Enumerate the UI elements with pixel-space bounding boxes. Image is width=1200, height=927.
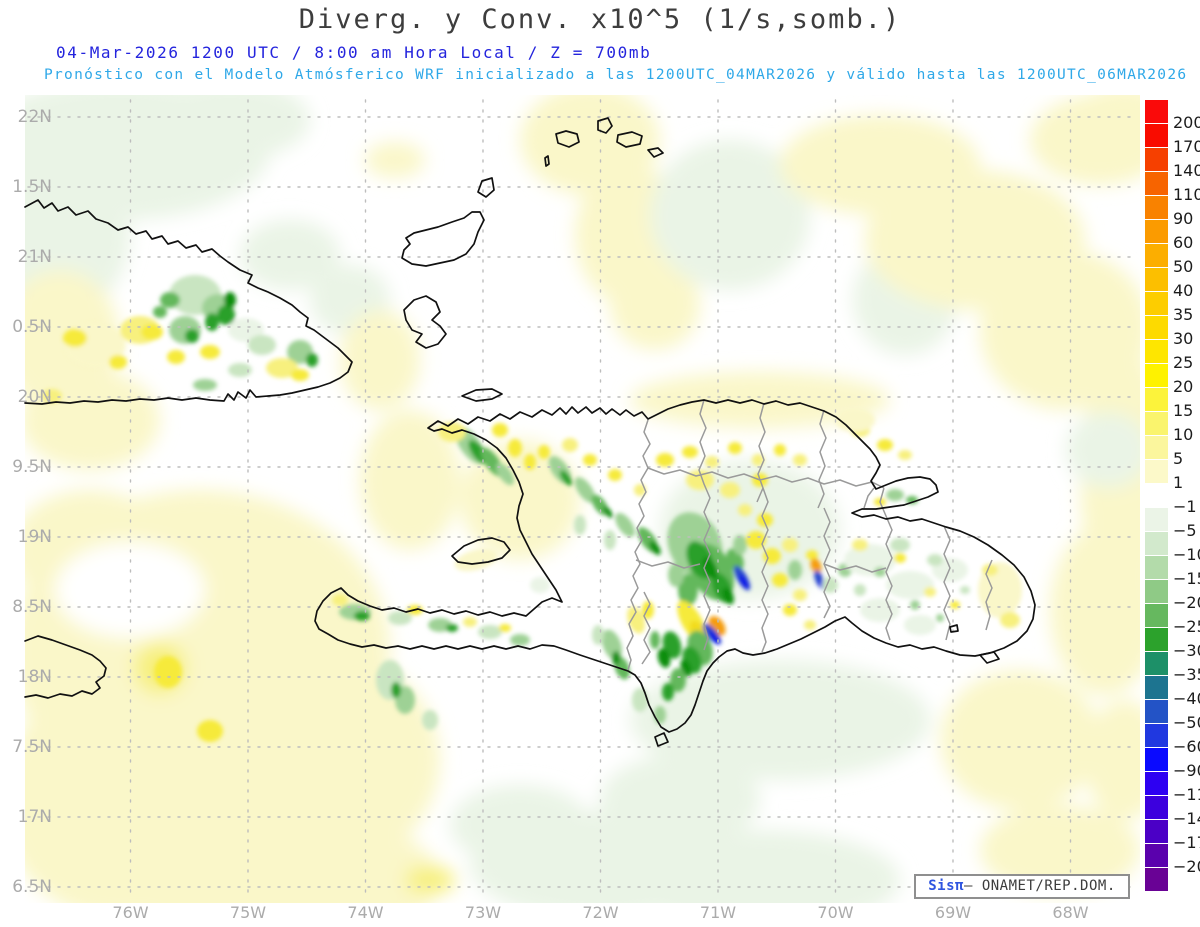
colorbar-tick-label: 15: [1173, 401, 1194, 420]
colorbar-segment: [1145, 868, 1168, 891]
colorbar-tick-label: 20: [1173, 377, 1194, 396]
watermark-box: Sisπ– ONAMET/REP.DOM.: [914, 874, 1130, 899]
lon-axis-label: 69W: [935, 903, 971, 922]
colorbar-tick-label: −200: [1173, 857, 1200, 876]
lon-axis-label: 70W: [817, 903, 853, 922]
colorbar-segment: [1145, 124, 1168, 147]
colorbar-tick-label: −170: [1173, 833, 1200, 852]
lon-axis-label: 71W: [700, 903, 736, 922]
lat-axis-label: 0.5N: [12, 317, 52, 337]
tortue-island: [461, 388, 503, 402]
colorbar-tick-label: 170: [1173, 137, 1200, 156]
lat-axis-label: 1.5N: [12, 177, 52, 197]
colorbar-segment: [1145, 772, 1168, 795]
colorbar-segment: [1145, 436, 1168, 459]
colorbar-segment: [1145, 292, 1168, 315]
colorbar-segment: [1145, 676, 1168, 699]
colorbar-segment: [1145, 412, 1168, 435]
colorbar-segment: [1145, 604, 1168, 627]
colorbar-segment: [1145, 700, 1168, 723]
colorbar-segment: [1145, 484, 1168, 507]
colorbar-segment: [1145, 244, 1168, 267]
colorbar-tick-label: 1: [1173, 473, 1184, 492]
lat-axis-label: 8.5N: [12, 597, 52, 617]
colorbar-tick-label: 110: [1173, 185, 1200, 204]
saona-island: [979, 651, 1000, 664]
colorbar-segment: [1145, 316, 1168, 339]
catalina-island: [949, 624, 959, 633]
colorbar-tick-label: 140: [1173, 161, 1200, 180]
colorbar-segment: [1145, 796, 1168, 819]
colorbar-tick-label: −15: [1173, 569, 1200, 588]
colorbar-tick-label: −25: [1173, 617, 1200, 636]
lat-axis-label: 6.5N: [12, 877, 52, 897]
colorbar-tick-label: 90: [1173, 209, 1194, 228]
colorbar-tick-label: 5: [1173, 449, 1184, 468]
colorbar-tick-label: 200: [1173, 113, 1200, 132]
colorbar-tick-label: 25: [1173, 353, 1194, 372]
watermark-separator: –: [963, 878, 973, 894]
colorbar-tick-label: 35: [1173, 305, 1194, 324]
colorbar-tick-label: −110: [1173, 785, 1200, 804]
colorbar-tick-label: −60: [1173, 737, 1200, 756]
colorbar-segment: [1145, 556, 1168, 579]
colorbar-segment: [1145, 508, 1168, 531]
lat-axis-label: 20N: [18, 387, 52, 407]
colorbar-segment: [1145, 532, 1168, 555]
colorbar-segment: [1145, 652, 1168, 675]
lon-axis-label: 68W: [1052, 903, 1088, 922]
colorbar-tick-label: −1: [1173, 497, 1197, 516]
colorbar-segment: [1145, 148, 1168, 171]
lat-axis-label: 21N: [18, 247, 52, 267]
lon-axis-label: 76W: [112, 903, 148, 922]
lat-axis-label: 17N: [18, 807, 52, 827]
colorbar-tick-label: −40: [1173, 689, 1200, 708]
colorbar-segment: [1145, 844, 1168, 867]
little-inagua-island: [477, 177, 495, 198]
colorbar-tick-label: −140: [1173, 809, 1200, 828]
lon-axis-label: 72W: [582, 903, 618, 922]
lon-axis-label: 74W: [347, 903, 383, 922]
colorbar-segment: [1145, 460, 1168, 483]
colorbar-tick-label: 60: [1173, 233, 1194, 252]
colorbar-tick-label: −90: [1173, 761, 1200, 780]
lon-axis-label: 75W: [230, 903, 266, 922]
colorbar-segment: [1145, 100, 1168, 123]
colorbar: [1145, 0, 1168, 927]
colorbar-tick-label: −50: [1173, 713, 1200, 732]
colorbar-tick-label: −30: [1173, 641, 1200, 660]
colorbar-tick-label: −5: [1173, 521, 1197, 540]
colorbar-segment: [1145, 748, 1168, 771]
watermark-org: ONAMET/REP.DOM.: [981, 878, 1116, 894]
colorbar-segment: [1145, 580, 1168, 603]
great-inagua-island: [401, 211, 485, 267]
colorbar-tick-label: −10: [1173, 545, 1200, 564]
lat-axis-label: 18N: [18, 667, 52, 687]
lat-axis-label: 19N: [18, 527, 52, 547]
colorbar-tick-label: −20: [1173, 593, 1200, 612]
colorbar-segment: [1145, 172, 1168, 195]
colorbar-segment: [1145, 724, 1168, 747]
colorbar-segment: [1145, 196, 1168, 219]
colorbar-segment: [1145, 628, 1168, 651]
colorbar-segment: [1145, 820, 1168, 843]
watermark-brand: Sisπ: [928, 878, 964, 894]
colorbar-tick-label: −35: [1173, 665, 1200, 684]
colorbar-segment: [1145, 364, 1168, 387]
colorbar-segment: [1145, 388, 1168, 411]
lat-axis-label: 7.5N: [12, 737, 52, 757]
colorbar-tick-label: 50: [1173, 257, 1194, 276]
colorbar-tick-label: 30: [1173, 329, 1194, 348]
weather-map: 22N 1.5N 21N 0.5N 20N 9.5N 19N 8.5N 18N 7.5N 17N 6.…: [12, 95, 1140, 922]
lon-axis-label: 73W: [465, 903, 501, 922]
lat-axis-label: 22N: [18, 107, 52, 127]
colorbar-tick-label: 10: [1173, 425, 1194, 444]
lat-axis-label: 9.5N: [12, 457, 52, 477]
colorbar-labels: 200 170 140 110 90 60 50 40 35 30 25 20 15 10 5 1 −1 −5 −1…: [1173, 0, 1200, 927]
colorbar-segment: [1145, 268, 1168, 291]
colorbar-segment: [1145, 220, 1168, 243]
field-background-blobs: [25, 95, 1140, 903]
colorbar-tick-label: 40: [1173, 281, 1194, 300]
colorbar-segment: [1145, 340, 1168, 363]
